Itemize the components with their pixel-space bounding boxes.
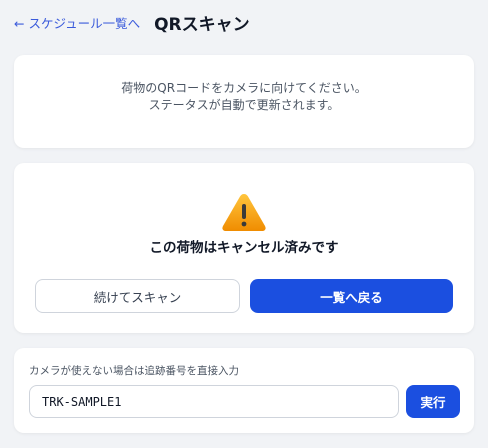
tracking-number-input[interactable] — [29, 385, 399, 418]
scan-result-card: この荷物はキャンセル済みです 続けてスキャン 一覧へ戻る — [14, 163, 474, 333]
instruction-line-1: 荷物のQRコードをカメラに向けてください。 — [121, 81, 367, 95]
back-to-schedule-link[interactable]: ← スケジュール一覧へ — [14, 13, 140, 32]
instruction-text: 荷物のQRコードをカメラに向けてください。 ステータスが自動で更新されます。 — [14, 80, 474, 114]
page-title: QRスキャン — [154, 14, 250, 35]
continue-scan-button[interactable]: 続けてスキャン — [35, 279, 240, 313]
submit-button[interactable]: 実行 — [406, 385, 460, 418]
manual-entry-card: カメラが使えない場合は追跡番号を直接入力 実行 — [14, 348, 474, 433]
instruction-line-2: ステータスが自動で更新されます。 — [148, 98, 340, 112]
result-message: この荷物はキャンセル済みです — [149, 240, 339, 256]
manual-entry-label: カメラが使えない場合は追跡番号を直接入力 — [29, 365, 239, 377]
page-header: ← スケジュール一覧へ QRスキャン — [14, 10, 474, 35]
instruction-card: 荷物のQRコードをカメラに向けてください。 ステータスが自動で更新されます。 — [14, 55, 474, 148]
warning-icon — [222, 194, 266, 231]
back-to-list-button[interactable]: 一覧へ戻る — [250, 279, 453, 313]
